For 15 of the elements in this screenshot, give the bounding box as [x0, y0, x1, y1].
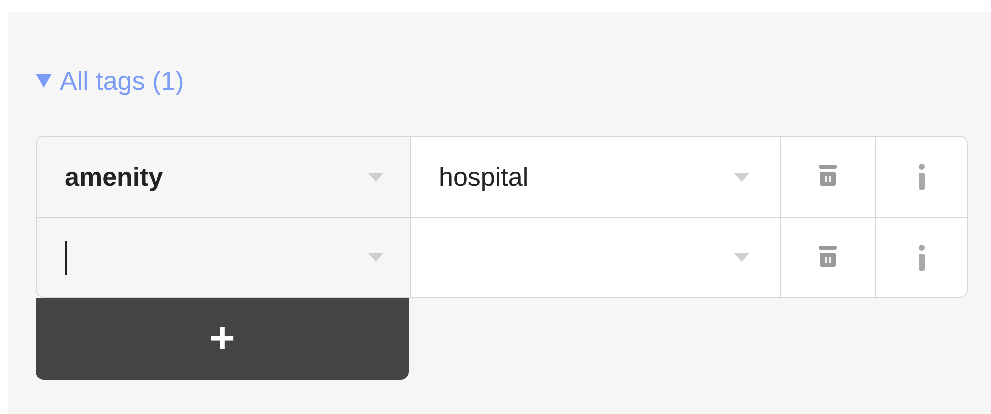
key-text: amenity [65, 160, 164, 194]
add-tag-button[interactable]: + [36, 298, 409, 380]
info-icon [918, 164, 926, 190]
text-cursor [65, 240, 67, 274]
info-icon [918, 244, 926, 270]
value-text: hospital [439, 162, 529, 192]
dropdown-caret-icon [368, 253, 384, 262]
dropdown-caret-icon [368, 172, 384, 182]
dropdown-caret-icon [734, 172, 750, 182]
key-combobox[interactable] [37, 218, 411, 297]
trash-icon [819, 246, 837, 270]
trash-icon [819, 165, 837, 189]
key-combobox[interactable]: amenity [37, 137, 411, 217]
disclosure-triangle-icon [36, 74, 52, 88]
dropdown-caret-icon [734, 253, 750, 262]
